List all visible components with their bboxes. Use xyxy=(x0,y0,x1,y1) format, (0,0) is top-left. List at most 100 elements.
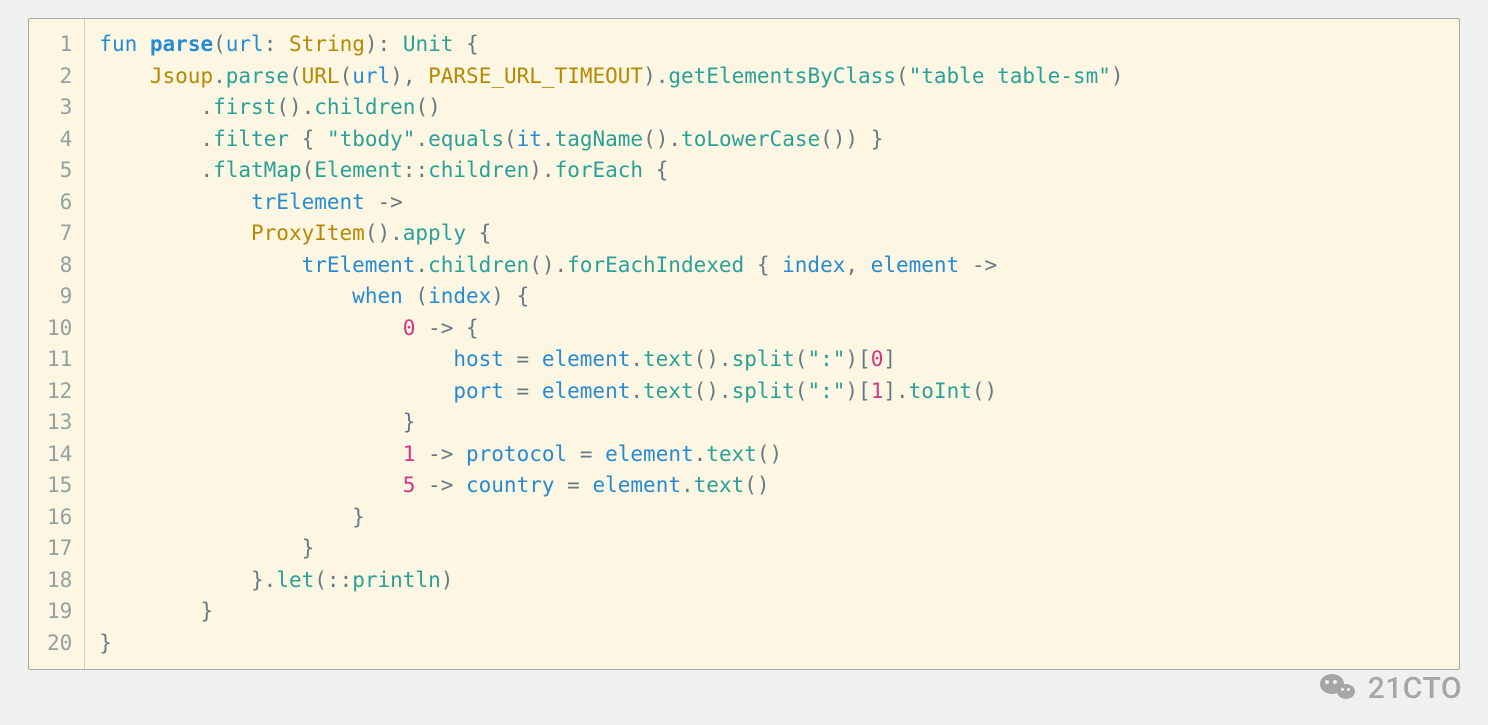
token-kw: fun xyxy=(99,32,137,56)
token-punc: . xyxy=(415,253,428,277)
token-punc: ( xyxy=(314,568,327,592)
code-line: } xyxy=(99,596,1441,628)
token-punc: } xyxy=(871,127,884,151)
token-punc: () xyxy=(365,221,390,245)
token-name: element xyxy=(592,473,681,497)
token-name: url xyxy=(226,32,264,56)
token-punc: ) xyxy=(1111,64,1124,88)
token-call: forEach xyxy=(555,158,644,182)
token-punc: ( xyxy=(896,64,909,88)
token-punc: . xyxy=(668,127,681,151)
code-line: } xyxy=(99,533,1441,565)
token-call: apply xyxy=(403,221,466,245)
token-call: toLowerCase xyxy=(681,127,820,151)
line-number-gutter: 1234567891011121314151617181920 xyxy=(29,19,85,669)
token-punc: () xyxy=(820,127,845,151)
token-punc: . xyxy=(630,379,643,403)
token-punc: { xyxy=(466,316,479,340)
token-fn: parse xyxy=(150,32,213,56)
token-op: = xyxy=(517,347,530,371)
token-punc: () xyxy=(694,347,719,371)
token-punc: ) xyxy=(845,347,858,371)
token-punc: () xyxy=(529,253,554,277)
token-name: element xyxy=(542,379,631,403)
token-num: 0 xyxy=(403,316,416,340)
line-number: 16 xyxy=(47,502,72,534)
token-punc: ( xyxy=(415,284,428,308)
token-punc: . xyxy=(542,158,555,182)
token-call: text xyxy=(643,347,694,371)
code-area[interactable]: fun parse(url: String): Unit { Jsoup.par… xyxy=(85,19,1459,669)
code-line: 1 -> protocol = element.text() xyxy=(99,439,1441,471)
token-name: protocol xyxy=(466,442,567,466)
token-str: ":" xyxy=(807,379,845,403)
code-block: 1234567891011121314151617181920 fun pars… xyxy=(28,18,1460,670)
code-line: .flatMap(Element::children).forEach { xyxy=(99,155,1441,187)
token-call: println xyxy=(352,568,441,592)
line-number: 4 xyxy=(47,124,72,156)
token-punc: } xyxy=(251,568,264,592)
token-punc: ) xyxy=(845,379,858,403)
token-punc: { xyxy=(757,253,770,277)
token-op: = xyxy=(567,473,580,497)
token-name: index xyxy=(782,253,845,277)
token-punc: ( xyxy=(795,379,808,403)
line-number: 9 xyxy=(47,281,72,313)
token-punc: . xyxy=(656,64,669,88)
token-punc: { xyxy=(479,221,492,245)
token-punc: . xyxy=(200,127,213,151)
line-number: 20 xyxy=(47,628,72,660)
token-punc: ( xyxy=(213,32,226,56)
token-punc: () xyxy=(643,127,668,151)
token-call: children xyxy=(428,253,529,277)
token-op: -> xyxy=(428,442,453,466)
code-line: Jsoup.parse(URL(url), PARSE_URL_TIMEOUT)… xyxy=(99,61,1441,93)
token-punc: . xyxy=(896,379,909,403)
token-call: tagName xyxy=(555,127,644,151)
token-name: country xyxy=(466,473,555,497)
token-punc: [ xyxy=(858,379,871,403)
token-punc: { xyxy=(466,32,479,56)
token-punc: . xyxy=(694,442,707,466)
token-call: getElementsByClass xyxy=(668,64,896,88)
token-punc: } xyxy=(352,505,365,529)
line-number: 2 xyxy=(47,61,72,93)
token-punc: . xyxy=(555,253,568,277)
token-name: url xyxy=(352,64,390,88)
token-name: index xyxy=(428,284,491,308)
code-line: .first().children() xyxy=(99,92,1441,124)
code-line: } xyxy=(99,502,1441,534)
code-line: }.let(::println) xyxy=(99,565,1441,597)
token-punc: ( xyxy=(340,64,353,88)
token-punc: . xyxy=(719,379,732,403)
token-call: first xyxy=(213,95,276,119)
token-type: Unit xyxy=(403,32,454,56)
token-name: element xyxy=(542,347,631,371)
token-punc: ] xyxy=(883,347,896,371)
token-op: -> xyxy=(428,473,453,497)
line-number: 12 xyxy=(47,376,72,408)
token-num: 5 xyxy=(403,473,416,497)
token-call: parse xyxy=(226,64,289,88)
token-punc: . xyxy=(302,95,315,119)
token-punc: . xyxy=(264,568,277,592)
token-name: host xyxy=(453,347,504,371)
token-type: Element xyxy=(314,158,403,182)
token-str: ":" xyxy=(807,347,845,371)
line-number: 18 xyxy=(47,565,72,597)
token-num: 1 xyxy=(403,442,416,466)
token-name: trElement xyxy=(302,253,416,277)
line-number: 5 xyxy=(47,155,72,187)
token-punc: { xyxy=(302,127,315,151)
token-punc: , xyxy=(845,253,858,277)
code-line: fun parse(url: String): Unit { xyxy=(99,29,1441,61)
token-call: toInt xyxy=(909,379,972,403)
token-call: text xyxy=(643,379,694,403)
line-number: 8 xyxy=(47,250,72,282)
token-punc: () xyxy=(694,379,719,403)
token-num: 1 xyxy=(871,379,884,403)
wechat-icon xyxy=(1320,672,1360,706)
token-punc: ( xyxy=(504,127,517,151)
code-line: } xyxy=(99,407,1441,439)
code-line: 5 -> country = element.text() xyxy=(99,470,1441,502)
